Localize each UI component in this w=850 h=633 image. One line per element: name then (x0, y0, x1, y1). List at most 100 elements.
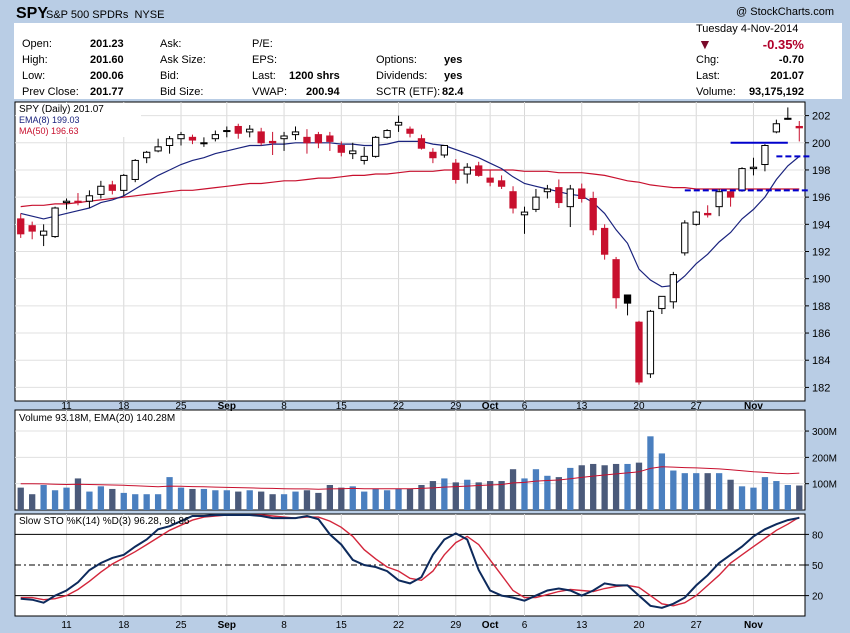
candle-body (211, 134, 220, 140)
candle-body (612, 259, 620, 299)
volume-bar (177, 487, 185, 510)
price-axis-label: 196 (812, 192, 830, 204)
volume-bar (475, 482, 482, 510)
price-axis-label: 184 (812, 355, 830, 367)
volume-bar (624, 463, 631, 510)
volume-bar (51, 490, 59, 510)
candle-body (177, 134, 185, 140)
candle-body (600, 227, 609, 255)
volume-bar (738, 486, 746, 510)
volume-bar (109, 488, 116, 510)
volume-bar (74, 478, 82, 510)
candle-body (303, 136, 311, 144)
candle-body (475, 165, 483, 176)
price-x-label: 8 (281, 401, 287, 412)
volume-bar (670, 470, 677, 510)
sto-axis-label: 50 (812, 561, 824, 572)
volume-bar (63, 487, 70, 510)
candle-body (738, 168, 746, 191)
candle-body (795, 125, 803, 129)
sto-x-label: 13 (576, 620, 588, 631)
sto-x-label: 15 (336, 620, 348, 631)
volume-bar (29, 494, 36, 510)
volume-axis-label: 200M (812, 453, 837, 464)
price-x-label: 15 (336, 401, 348, 412)
volume-bar (258, 491, 265, 510)
volume-bar (727, 479, 734, 510)
candle-body (280, 135, 288, 140)
volume-bar (521, 478, 528, 510)
candle-body (566, 188, 574, 208)
volume-bar (235, 491, 242, 510)
price-x-label: 27 (691, 401, 703, 412)
ema-legend: EMA(8) 199.03 (19, 115, 80, 125)
price-axis-label: 194 (812, 219, 830, 231)
volume-bar (658, 453, 666, 510)
volume-bar (681, 473, 688, 510)
candle-body (532, 196, 540, 210)
sto-x-label: 27 (691, 620, 703, 631)
candle-body (17, 218, 25, 235)
sto-x-label: 20 (633, 620, 645, 631)
volume-bar (383, 490, 391, 510)
sto-axis-label: 80 (812, 530, 824, 541)
volume-bar (349, 486, 356, 510)
price-axis-label: 188 (812, 301, 830, 313)
volume-bar (498, 481, 505, 510)
price-x-label: 20 (633, 401, 645, 412)
volume-bar (429, 481, 437, 510)
candle-body (291, 131, 300, 136)
volume-bar (200, 488, 208, 510)
price-x-label: Sep (218, 401, 236, 412)
candle-body (692, 211, 700, 225)
candle-body (360, 155, 368, 161)
candle-body (223, 130, 231, 133)
volume-bar (532, 469, 540, 510)
sto-legend: Slow STO %K(14) %D(3) 96.28, 96.86 (19, 516, 190, 527)
candle-body (74, 200, 82, 204)
candle-body (635, 321, 643, 383)
sto-x-label: Sep (218, 620, 236, 631)
volume-bar (280, 494, 288, 510)
sto-x-label: 11 (61, 620, 72, 631)
volume-axis-label: 100M (812, 480, 837, 491)
volume-bar (212, 490, 219, 510)
candle-body (62, 200, 71, 204)
volume-bar (189, 488, 196, 510)
candle-body (97, 185, 105, 195)
volume-bar (567, 467, 574, 510)
volume-bar (223, 490, 230, 510)
price-x-label: 13 (576, 401, 588, 412)
candle-body (372, 136, 380, 157)
candle-body (51, 207, 59, 238)
volume-bar (86, 491, 93, 510)
price-x-label: Oct (482, 401, 499, 412)
candle-body (772, 123, 781, 133)
candle-body (39, 230, 48, 236)
volume-bar (704, 473, 711, 510)
candle-body (108, 184, 116, 191)
volume-bar (555, 477, 562, 510)
candle-body (326, 135, 334, 142)
volume-axis-label: 300M (812, 427, 837, 438)
volume-bar (441, 478, 448, 510)
volume-bar (166, 477, 173, 510)
candle-body (314, 134, 323, 144)
candle-body (646, 310, 655, 375)
ma-legend: MA(50) 196.63 (19, 126, 79, 136)
volume-bar (246, 490, 253, 510)
price-axis-label: 202 (812, 111, 830, 123)
volume-bar (693, 473, 700, 510)
volume-bar (796, 485, 803, 510)
candle-body (28, 225, 36, 232)
candle-body (704, 212, 712, 216)
volume-bar (635, 462, 643, 510)
volume-bar (361, 491, 368, 510)
sto-x-label: 22 (393, 620, 405, 631)
price-x-label: 22 (393, 401, 405, 412)
sto-axis-label: 20 (812, 592, 824, 603)
sto-x-label: Nov (744, 620, 763, 631)
candle-body (555, 187, 563, 204)
candle-body (726, 191, 735, 198)
candle-body (463, 166, 471, 175)
